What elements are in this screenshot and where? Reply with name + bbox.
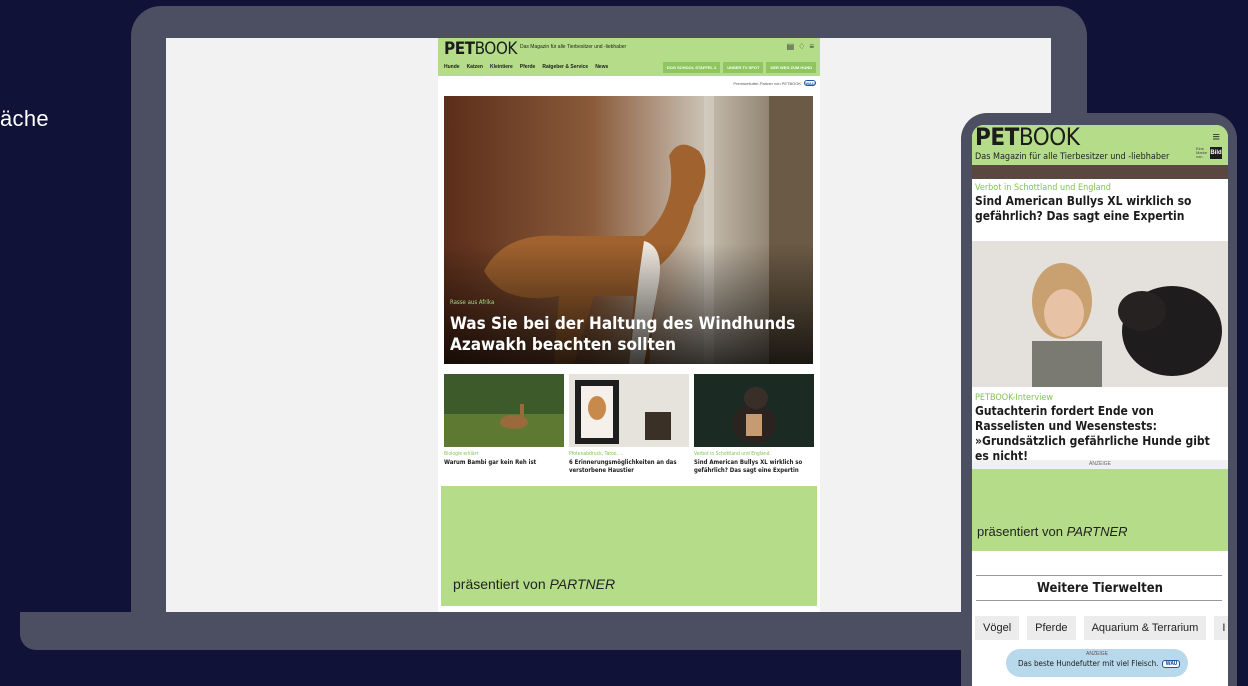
wau-logo: WAU (1162, 659, 1181, 668)
article2: PETBOOK-Interview Gutachterin fordert En… (972, 389, 1228, 464)
site-logo[interactable]: PETBOOK (444, 39, 517, 59)
teaser-kicker: Biologie erklärt (444, 451, 479, 457)
teaser-title[interactable]: 6 Erinnerungsmöglichkeiten an das versto… (569, 459, 689, 475)
dog-school-button[interactable]: DOG SCHOOL STAFFEL 2 (662, 62, 721, 73)
teaser-kicker: Pfotenabdruck, Tatoo, ... (569, 451, 624, 457)
nav-item-hunde[interactable]: Hunde (444, 64, 460, 70)
menu-icon[interactable]: ≡ (809, 42, 814, 51)
category-chips: Vögel Pferde Aquarium & Terrarium I (975, 616, 1228, 640)
sticky-bottom-ad[interactable]: ANZEIGE Das beste Hundefutter mit viel F… (1006, 649, 1188, 677)
laptop-screen: PETBOOK Das Magazin für alle Tierbesitze… (166, 38, 1051, 612)
hero-kicker: Rasse aus Afrika (450, 299, 495, 306)
petbook-desktop-site: PETBOOK Das Magazin für alle Tierbesitze… (438, 38, 820, 612)
nav-item-news[interactable]: News (595, 64, 608, 70)
article2-kicker: PETBOOK-Interview (975, 393, 1054, 403)
bild-brand-text: Eine Marke von (1196, 146, 1208, 159)
teaser-image-deer (444, 374, 564, 447)
partner-ad[interactable]: präsentiert von PARTNER (441, 486, 817, 606)
hamburger-menu-icon[interactable]: ≡ (1212, 129, 1220, 144)
chip-more[interactable]: I (1214, 616, 1228, 640)
side-label: äche (0, 106, 49, 131)
teaser-card[interactable]: Biologie erklärt Warum Bambi gar kein Re… (444, 374, 564, 475)
nav-item-kleintiere[interactable]: Kleintiere (490, 64, 513, 70)
image-strip (972, 165, 1228, 179)
article1-title[interactable]: Sind American Bullys XL wirklich so gefä… (972, 193, 1228, 224)
bild-brand: Eine Marke von Bild (1196, 147, 1222, 159)
chip-pferde[interactable]: Pferde (1027, 616, 1076, 640)
tv-spot-button[interactable]: UNSER TV SPOT (723, 62, 764, 73)
chip-voegel[interactable]: Vögel (975, 616, 1020, 640)
teaser-card[interactable]: Pfotenabdruck, Tatoo, ... 6 Erinnerungsm… (569, 374, 689, 475)
hero-article[interactable]: Rasse aus Afrika Was Sie bei der Haltung… (444, 96, 813, 364)
mobile-logo[interactable]: PETBOOK (975, 125, 1080, 151)
mobile-ad-text: präsentiert von PARTNER (977, 524, 1128, 539)
header-icons: ▤ ♢ ≡ (787, 42, 814, 51)
teaser-image-frame (569, 374, 689, 447)
petbook-mobile-site: PETBOOK Das Magazin für alle Tierbesitze… (972, 125, 1228, 686)
nav-item-pferde[interactable]: Pferde (520, 64, 536, 70)
nav-item-ratgeber[interactable]: Ratgeber & Service (542, 64, 588, 70)
article2-title[interactable]: Gutachterin fordert Ende von Rasselisten… (972, 403, 1228, 464)
chip-aquarium[interactable]: Aquarium & Terrarium (1083, 616, 1207, 640)
bild-logo: Bild (1210, 147, 1222, 159)
teaser-title[interactable]: Sind American Bullys XL wirklich so gefä… (694, 459, 814, 475)
hero-title[interactable]: Was Sie bei der Haltung des Windhunds Az… (450, 314, 805, 356)
partner-ad-text: präsentiert von PARTNER (453, 576, 616, 592)
teaser-kicker: Verbot in Schottland und England (694, 451, 770, 457)
mobile-header: PETBOOK Das Magazin für alle Tierbesitze… (972, 125, 1228, 165)
mobile-tagline: Das Magazin für alle Tierbesitzer und -l… (975, 152, 1170, 162)
bild-icon[interactable]: ▤ (787, 42, 795, 51)
bottom-ad-text: Das beste Hundefutter mit viel Fleisch. (1018, 659, 1159, 668)
nav-item-katzen[interactable]: Katzen (467, 64, 483, 70)
partner-text: Premiumfutter-Partner von PETBOOK (733, 80, 801, 86)
divider (976, 600, 1222, 601)
nav-buttons: DOG SCHOOL STAFFEL 2 UNSER TV SPOT DER W… (662, 62, 816, 73)
mobile-partner-ad[interactable]: präsentiert von PARTNER (972, 469, 1228, 551)
spacer (972, 551, 1228, 561)
teaser-card[interactable]: Verbot in Schottland und England Sind Am… (694, 374, 814, 475)
divider (976, 575, 1222, 576)
share-icon[interactable]: ♢ (798, 42, 805, 51)
wau-logo: WAU (804, 80, 816, 86)
article2-image[interactable] (972, 241, 1228, 387)
bottom-ad-content: Das beste Hundefutter mit viel Fleisch. … (1018, 659, 1181, 668)
main-nav: Hunde Katzen Kleintiere Pferde Ratgeber … (444, 64, 608, 70)
article1-kicker: Verbot in Schottland und England (975, 183, 1111, 193)
section-title: Weitere Tierwelten (1037, 581, 1163, 596)
partner-line: Premiumfutter-Partner von PETBOOK WAU (733, 80, 816, 86)
site-tagline: Das Magazin für alle Tierbesitzer und -l… (520, 44, 627, 50)
site-header: PETBOOK Das Magazin für alle Tierbesitze… (438, 38, 820, 76)
weg-zum-hund-button[interactable]: DER WEG ZUM HUND (766, 62, 816, 73)
bottom-ad-label: ANZEIGE (1086, 651, 1108, 657)
teaser-title[interactable]: Warum Bambi gar kein Reh ist (444, 459, 564, 467)
teaser-row: Biologie erklärt Warum Bambi gar kein Re… (444, 374, 814, 475)
teaser-image-bully (694, 374, 814, 447)
ad-label: ANZEIGE (972, 460, 1228, 469)
